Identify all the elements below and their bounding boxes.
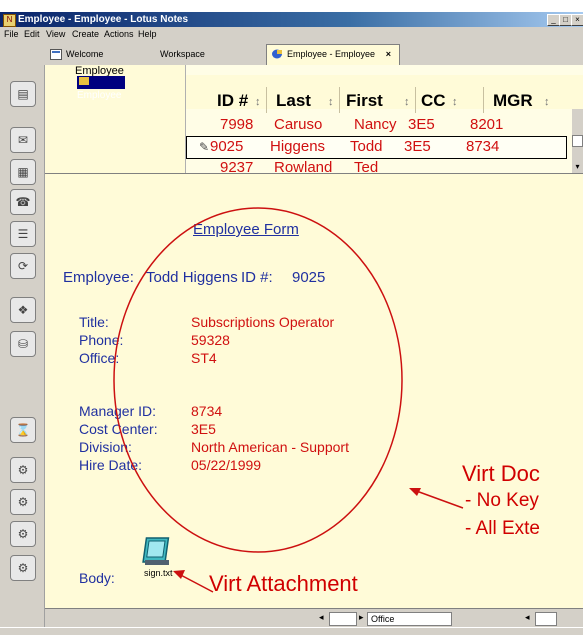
view-scrollbar[interactable]: ▾ [572, 109, 583, 173]
personal-icon[interactable]: ⚙ [10, 521, 36, 547]
row-mgr: 8734 [466, 138, 500, 155]
location-left-arrow-icon[interactable]: ◂ [319, 612, 324, 623]
sort-icon[interactable]: ↕ [404, 96, 410, 108]
database-icon [272, 49, 282, 59]
location-selector[interactable]: Office [367, 612, 452, 626]
menu-file[interactable]: File [4, 27, 19, 41]
sort-icon[interactable]: ↕ [452, 96, 458, 108]
col-first[interactable]: First [346, 91, 383, 111]
menu-view[interactable]: View [46, 27, 65, 41]
top-residual [0, 0, 583, 12]
bookmark-bar: ▤ ✉ ▦ ☎ ☰ ⟳ ❖ ⛁ ⌛ ⚙ ⚙ ⚙ ⚙ [0, 65, 45, 627]
welcome-icon [50, 49, 62, 61]
todo-icon[interactable]: ☰ [10, 221, 36, 247]
bookmark-icon[interactable]: ▤ [10, 81, 36, 107]
tab-workspace[interactable]: Workspace [160, 45, 205, 63]
more-bookmarks-icon[interactable]: ⚙ [10, 457, 36, 483]
tab-employee-label: Employee - Employee [287, 49, 376, 59]
tab-close-icon[interactable]: × [386, 45, 391, 63]
mail-status-icon[interactable] [535, 612, 557, 626]
menu-help[interactable]: Help [138, 27, 157, 41]
menu-actions[interactable]: Actions [104, 27, 134, 41]
view-row[interactable]: 9237 Rowland Ted [186, 158, 583, 173]
scroll-thumb[interactable] [572, 135, 583, 147]
view-header: ID # ↕ Last ↕ First ↕ CC ↕ MGR ↕ [186, 75, 583, 113]
view-pane: ID # ↕ Last ↕ First ↕ CC ↕ MGR ↕ 7998 Ca… [186, 65, 583, 173]
tab-employee[interactable]: Employee - Employee × [266, 44, 400, 66]
key-icon[interactable] [329, 612, 357, 626]
history-icon[interactable]: ⌛ [10, 417, 36, 443]
row-cc: 3E5 [404, 138, 431, 155]
col-mgr[interactable]: MGR [493, 91, 533, 111]
annotation-overlay [113, 207, 464, 593]
menu-create[interactable]: Create [72, 27, 99, 41]
doc-status-strip: ◂ ▸ Office ◂ [45, 608, 583, 629]
tab-welcome-label: Welcome [66, 49, 104, 59]
col-cc[interactable]: CC [421, 91, 446, 111]
databases-icon[interactable]: ⛁ [10, 331, 36, 357]
location-right-arrow-icon[interactable]: ▸ [359, 612, 364, 623]
replicator-icon[interactable]: ⟳ [10, 253, 36, 279]
tab-bar: Welcome Workspace Employee - Employee × [0, 41, 583, 66]
no-key-annotation: - No Key [465, 490, 539, 511]
scroll-down-icon[interactable]: ▾ [572, 161, 583, 173]
title-bar: N Employee - Employee - Lotus Notes _ □ … [0, 12, 583, 27]
tab-workspace-label: Workspace [160, 49, 205, 59]
row-id: 9025 [210, 138, 244, 155]
virt-attachment-annotation: Virt Attachment [209, 571, 358, 596]
col-last[interactable]: Last [276, 91, 311, 111]
attachment-clip-icon: ✎ [199, 140, 210, 154]
view-row[interactable]: 7998 Caruso Nancy 3E5 8201 [186, 115, 583, 136]
row-last: Higgens [270, 138, 326, 155]
calendar-icon[interactable]: ▦ [10, 159, 36, 185]
navigation-pane: Employee Employee [45, 65, 186, 173]
bookmark-more-icon[interactable]: ⚙ [10, 555, 36, 581]
row-first: Nancy [354, 116, 397, 133]
row-last: Caruso [274, 116, 323, 133]
sort-icon[interactable]: ↕ [328, 96, 334, 108]
sort-icon[interactable]: ↕ [544, 96, 550, 108]
mail-status-left-icon[interactable]: ◂ [525, 612, 530, 623]
view-icon [79, 77, 89, 85]
all-ext-annotation: - All Exte [465, 518, 540, 539]
virt-doc-annotation: Virt Doc [462, 461, 540, 486]
row-id: 9237 [220, 159, 254, 173]
window-title: Employee - Employee - Lotus Notes [18, 14, 189, 25]
address-book-icon[interactable]: ☎ [10, 189, 36, 215]
favorites-icon[interactable]: ❖ [10, 297, 36, 323]
row-mgr: 8201 [470, 116, 504, 133]
menu-bar: File Edit View Create Actions Help [0, 27, 583, 41]
document-pane: Employee Form Employee: Todd Higgens ID … [45, 173, 583, 629]
col-id[interactable]: ID # [217, 91, 248, 111]
mail-icon[interactable]: ✉ [10, 127, 36, 153]
sort-icon[interactable]: ↕ [255, 96, 261, 108]
arrowhead-attachment [173, 570, 185, 579]
close-button[interactable]: × [571, 14, 583, 26]
highlight-circle [113, 207, 403, 553]
row-id: 7998 [220, 116, 254, 133]
internet-icon[interactable]: ⚙ [10, 489, 36, 515]
view-row-selected[interactable]: ✎ 9025 Higgens Todd 3E5 8734 [186, 136, 567, 159]
row-cc: 3E5 [408, 116, 435, 133]
row-first: Todd [350, 138, 383, 155]
menu-edit[interactable]: Edit [24, 27, 40, 41]
tab-welcome[interactable]: Welcome [50, 45, 103, 63]
lotus-notes-icon: N [3, 14, 16, 27]
row-first: Ted [354, 159, 379, 173]
nav-selected-label: Employee [77, 90, 122, 101]
row-last: Rowland [274, 159, 333, 173]
nav-selected-view[interactable]: Employee [77, 76, 125, 101]
